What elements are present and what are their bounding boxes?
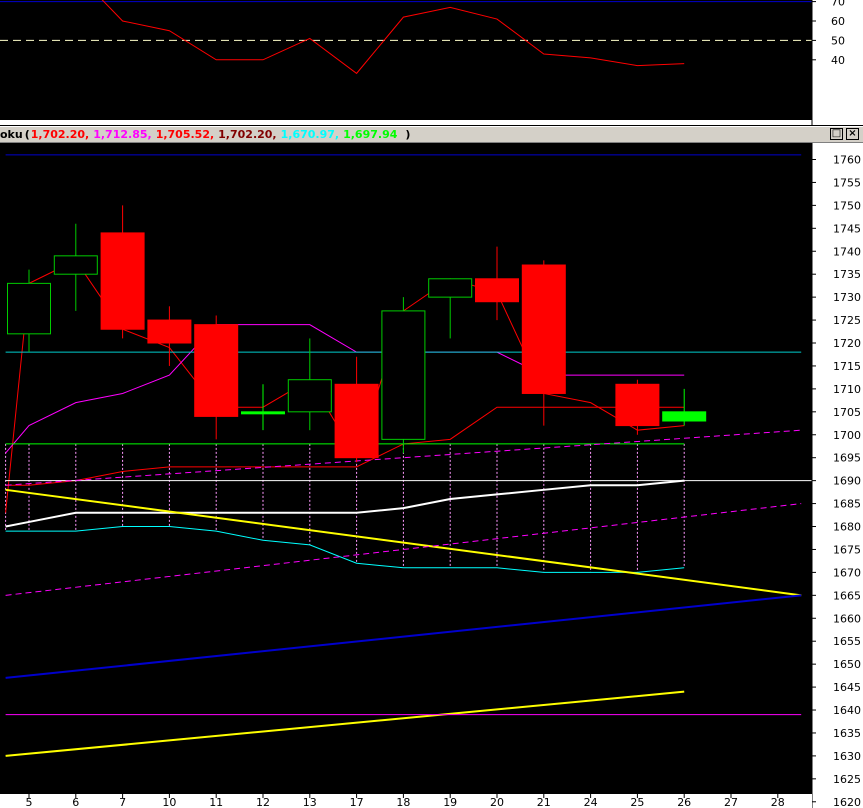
y-tick-label: 1690 [833,475,861,488]
indicator-value: 1,702.20, [218,128,277,141]
x-tick-label: 27 [724,796,738,808]
y-tick-label: 1710 [833,383,861,396]
candle-body[interactable] [475,278,519,303]
y-tick-label: 1660 [833,612,861,625]
candle-body[interactable] [334,383,379,459]
candle-body[interactable] [662,411,707,422]
x-tick-label: 20 [490,796,504,808]
y-tick-label: 1720 [833,337,861,350]
panel-separator[interactable] [0,120,863,125]
indicator-value: 1,670.97, [280,128,340,141]
y-tick-label: 1680 [833,521,861,534]
y-tick-label: 1735 [833,268,861,281]
close-button[interactable]: × [846,128,859,140]
y-tick-label: 70 [831,0,845,9]
x-tick-label: 12 [256,796,270,808]
candle-body[interactable] [7,282,51,335]
candles [7,205,707,463]
y-tick-label: 1695 [833,452,861,465]
y-tick-label: 1625 [833,773,861,786]
y-tick-label: 1670 [833,566,861,579]
y-tick-label: 1755 [833,176,861,189]
x-tick-label: 18 [396,796,410,808]
candle-body[interactable] [194,324,239,417]
x-tick-label: 19 [443,796,457,808]
x-tick-label: 26 [677,796,691,808]
x-tick-label: 10 [162,796,176,808]
x-tick-label: 24 [584,796,598,808]
y-tick-label: 40 [831,54,845,67]
indicator-name: oku [0,128,23,141]
x-tick-label: 5 [26,796,33,808]
y-tick-label: 1760 [833,154,861,167]
price-panel [5,154,825,808]
y-tick-label: 1685 [833,498,861,511]
indicator-value: 1,705.52, [155,128,215,141]
candle-body[interactable] [53,255,98,275]
y-tick-label: 1675 [833,543,861,556]
indicator-values: 1,702.20, 1,712.85, 1,705.52, 1,702.20, 1,67… [31,128,402,141]
indicator-series [5,690,685,757]
indicator-value: 1,702.20, [30,128,90,141]
x-tick-label: 11 [209,796,223,808]
candle-body[interactable] [241,411,285,415]
indicator-series [5,594,802,679]
oscillator-lines [0,0,812,75]
y-tick-label: 1640 [833,704,861,717]
y-tick-label: 1740 [833,245,861,258]
y-tick-label: 1705 [833,406,861,419]
x-tick-label: 7 [119,796,126,808]
y-tick-label: 1645 [833,681,861,694]
close-paren: ) [405,128,411,141]
y-tick-label: 1745 [833,222,861,235]
oscillator-panel [0,0,812,75]
x-tick-label: 17 [350,796,364,808]
y-tick-label: 60 [831,15,845,28]
candle-body[interactable] [428,278,473,298]
y-tick-label: 1725 [833,314,861,327]
candle-body[interactable] [521,264,566,394]
y-tick-label: 1730 [833,291,861,304]
indicator-value: 1,712.85, [93,128,152,141]
x-tick-label: 21 [537,796,551,808]
indicator-legend: oku (1,702.20, 1,712.85, 1,705.52, 1,702.20,… [0,127,414,142]
y-tick-label: 1635 [833,727,861,740]
y-tick-label: 1665 [833,589,861,602]
candle-body[interactable] [381,310,426,440]
y-tick-label: 1655 [833,635,861,648]
y-tick-label: 1620 [833,796,861,808]
candle-body[interactable] [147,319,192,344]
y-tick-label: 50 [831,34,845,47]
y-tick-label: 1750 [833,199,861,212]
x-tick-label: 28 [771,796,785,808]
chart-canvas: 4050607080 16151620162516301635164016451… [0,0,863,808]
candle-body[interactable] [100,232,145,330]
indicator-title-bar[interactable]: oku (1,702.20, 1,712.85, 1,705.52, 1,702.20,… [0,126,863,143]
indicator-value: 1,697.94 [343,128,398,141]
candle-body[interactable] [287,379,332,413]
y-tick-label: 1650 [833,658,861,671]
oscillator-series [101,0,685,75]
maximize-button[interactable]: □ [830,128,843,140]
open-paren: ( [24,128,30,141]
y-tick-label: 1700 [833,429,861,442]
x-tick-label: 13 [303,796,317,808]
x-tick-label: 6 [72,796,79,808]
candle-body[interactable] [615,383,660,427]
x-tick-label: 25 [630,796,644,808]
y-tick-label: 1630 [833,750,861,763]
y-tick-label: 1715 [833,360,861,373]
